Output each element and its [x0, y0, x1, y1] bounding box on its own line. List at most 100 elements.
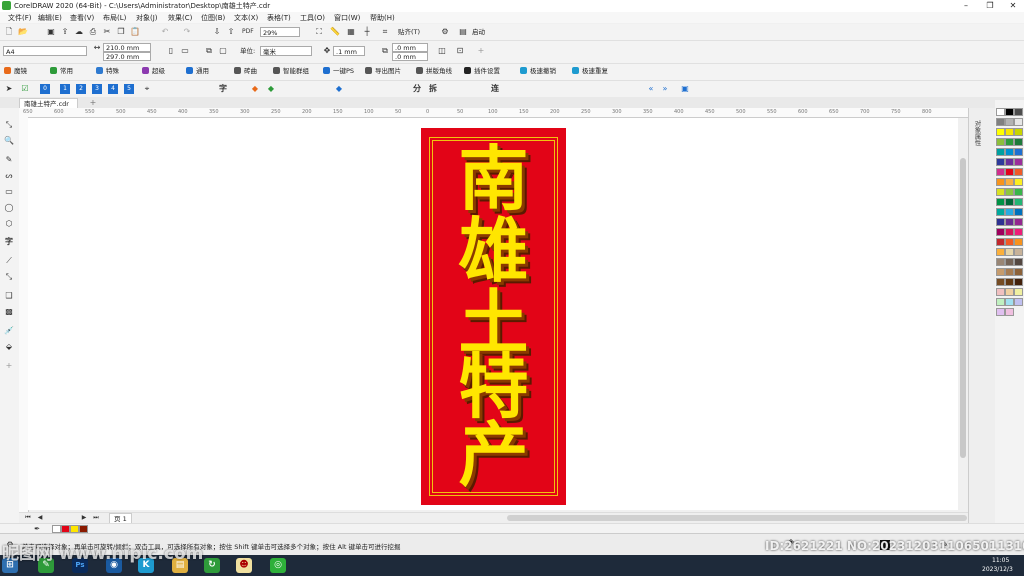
prev-page-icon[interactable]: ◀: [35, 513, 45, 523]
menu-tools[interactable]: 工具(O): [300, 13, 325, 23]
palette-swatch[interactable]: [1014, 268, 1023, 276]
palette-swatch[interactable]: [996, 198, 1005, 206]
pdf-icon[interactable]: PDF: [242, 27, 254, 37]
menu-layout[interactable]: 布局(L): [103, 13, 126, 23]
fill-tool-icon[interactable]: ⬙: [4, 342, 14, 352]
palette-swatch[interactable]: [1014, 128, 1023, 136]
palette-swatch[interactable]: [1014, 188, 1023, 196]
palette-swatch[interactable]: [996, 288, 1005, 296]
nudge-distance-field[interactable]: .1 mm: [333, 46, 365, 56]
new-document-icon[interactable]: 🗋: [4, 27, 14, 37]
palette-swatch[interactable]: [1014, 228, 1023, 236]
plugin-crop-marks[interactable]: 拼版角线: [416, 66, 452, 77]
tool-3-icon[interactable]: 3: [92, 84, 102, 94]
pointer-icon[interactable]: ➤: [4, 84, 14, 94]
palette-swatch[interactable]: [1005, 238, 1014, 246]
menu-window[interactable]: 窗口(W): [334, 13, 360, 23]
units-select[interactable]: 毫米: [260, 46, 312, 56]
drop-shadow-icon[interactable]: ❑: [4, 291, 14, 301]
save-icon[interactable]: ▣: [46, 27, 56, 37]
palette-swatch[interactable]: [996, 138, 1005, 146]
landscape-icon[interactable]: ▭: [180, 46, 190, 56]
next-page-icon[interactable]: ▶: [79, 513, 89, 523]
open-icon[interactable]: 📂: [18, 27, 28, 37]
palette-swatch[interactable]: [996, 148, 1005, 156]
plugin-chaoji[interactable]: 超级: [142, 66, 165, 77]
add-tool-icon[interactable]: +: [4, 361, 14, 371]
palette-swatch[interactable]: [1005, 168, 1014, 176]
plugin-settings[interactable]: 插件设置: [464, 66, 500, 77]
menu-file[interactable]: 文件(F): [8, 13, 32, 23]
palette-swatch[interactable]: [1014, 178, 1023, 186]
menu-text[interactable]: 文本(X): [234, 13, 258, 23]
palette-swatch[interactable]: [996, 168, 1005, 176]
palette-swatch[interactable]: [1014, 298, 1023, 306]
green-app-task-icon[interactable]: ↻: [204, 558, 220, 573]
palette-swatch[interactable]: [996, 228, 1005, 236]
split-icon[interactable]: 分: [412, 84, 422, 94]
palette-swatch[interactable]: [1005, 118, 1014, 126]
plugin-mojing[interactable]: 魔镜: [4, 66, 27, 77]
full-screen-icon[interactable]: ⛶: [314, 27, 324, 37]
prev-icon[interactable]: «: [646, 84, 656, 94]
menu-effects[interactable]: 效果(C): [168, 13, 192, 23]
palette-swatch[interactable]: [1005, 188, 1014, 196]
doc-swatch-brown[interactable]: [79, 525, 88, 533]
zoom-tool-icon[interactable]: 🔍: [4, 136, 14, 146]
palette-swatch[interactable]: [996, 118, 1005, 126]
tool-4-icon[interactable]: 4: [108, 84, 118, 94]
zoom-level-field[interactable]: 29%: [260, 27, 300, 37]
ellipse-tool-icon[interactable]: ◯: [4, 203, 14, 213]
parallel-dimension-icon[interactable]: ⟋: [4, 256, 14, 266]
palette-swatch[interactable]: [1014, 208, 1023, 216]
vertical-scrollbar[interactable]: [958, 118, 968, 512]
palette-swatch[interactable]: [1005, 148, 1014, 156]
copy-icon[interactable]: ❐: [116, 27, 126, 37]
page-size-select[interactable]: A4: [3, 46, 87, 56]
palette-swatch[interactable]: [1014, 218, 1023, 226]
pick-tool-icon[interactable]: ⤡: [4, 120, 14, 130]
palette-swatch[interactable]: [996, 298, 1005, 306]
palette-swatch[interactable]: [1005, 138, 1014, 146]
plugin-a-icon[interactable]: ◆: [250, 84, 260, 94]
cloud-icon[interactable]: ☁: [74, 27, 84, 37]
palette-swatch[interactable]: [1005, 158, 1014, 166]
export-icon[interactable]: ⇧: [226, 27, 236, 37]
maximize-button[interactable]: ❐: [979, 0, 1001, 12]
palette-swatch[interactable]: [996, 248, 1005, 256]
connector-tool-icon[interactable]: ⤡: [4, 272, 14, 282]
close-button[interactable]: ✕: [1002, 0, 1024, 12]
text-tool-icon[interactable]: 字: [4, 237, 14, 247]
artistic-media-icon[interactable]: ᔕ: [4, 171, 14, 181]
palette-swatch[interactable]: [1005, 258, 1014, 266]
current-page-icon[interactable]: ▢: [218, 46, 228, 56]
palette-swatch[interactable]: [996, 208, 1005, 216]
palette-swatch[interactable]: [1005, 248, 1014, 256]
menu-help[interactable]: 帮助(H): [370, 13, 395, 23]
plugin-tongyong[interactable]: 通用: [186, 66, 209, 77]
import-icon[interactable]: ⇩: [212, 27, 222, 37]
tool-2-icon[interactable]: 2: [76, 84, 86, 94]
doc-swatch-white[interactable]: [52, 525, 61, 533]
eyedropper-icon[interactable]: 💉: [4, 326, 14, 336]
snap-icon[interactable]: ⌗: [380, 27, 390, 37]
plugin-fast-undo[interactable]: 极速撤销: [520, 66, 556, 77]
plugin-c-icon[interactable]: ◆: [334, 84, 344, 94]
tool-1-icon[interactable]: 1: [60, 84, 70, 94]
palette-swatch[interactable]: [1014, 278, 1023, 286]
vertical-scroll-thumb[interactable]: [960, 158, 966, 458]
portrait-icon[interactable]: ▯: [166, 46, 176, 56]
palette-swatch[interactable]: [996, 258, 1005, 266]
next-icon[interactable]: »: [660, 84, 670, 94]
palette-swatch[interactable]: [1014, 158, 1023, 166]
palette-swatch[interactable]: [1005, 308, 1014, 316]
menu-edit[interactable]: 编辑(E): [38, 13, 62, 23]
grid-icon[interactable]: ▦: [346, 27, 356, 37]
horizontal-ruler[interactable]: 650 600 550 500 450 400 350 300 250 200 …: [19, 108, 974, 118]
palette-swatch[interactable]: [1005, 178, 1014, 186]
palette-swatch[interactable]: [996, 218, 1005, 226]
palette-swatch[interactable]: [1014, 258, 1023, 266]
transparency-icon[interactable]: ▩: [4, 307, 14, 317]
palette-swatch[interactable]: [1014, 288, 1023, 296]
plugin-one-key-ps[interactable]: 一键PS: [323, 66, 354, 77]
